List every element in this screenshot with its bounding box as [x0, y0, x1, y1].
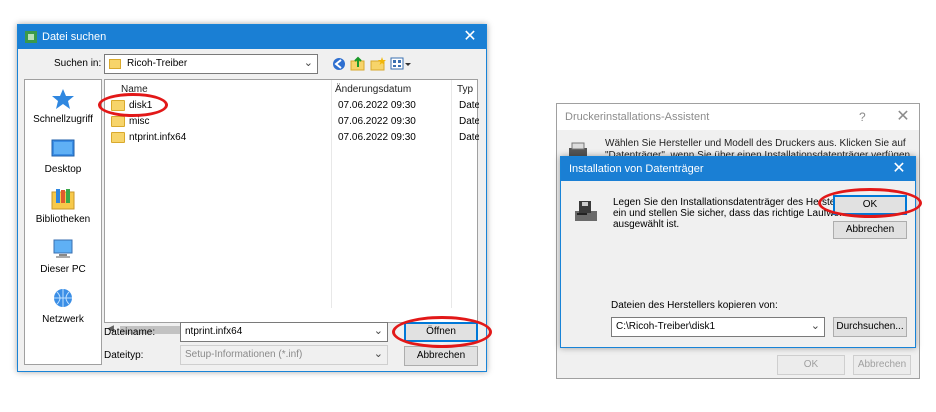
column-header-name[interactable]: Name: [121, 84, 148, 98]
column-header-date[interactable]: Änderungsdatum: [335, 84, 411, 98]
file-row-misc[interactable]: misc 07.06.2022 09:30 Datei: [109, 114, 479, 130]
sidebar-item-libraries[interactable]: Bibliotheken: [25, 188, 101, 232]
dialog-title: Installation von Datenträger: [569, 163, 704, 175]
folder-icon: [109, 59, 121, 69]
column-header-type[interactable]: Typ: [457, 84, 473, 98]
file-date: 07.06.2022 09:30: [338, 100, 416, 111]
desktop-icon: [51, 139, 75, 157]
app-icon: [25, 31, 37, 43]
ok-button[interactable]: OK: [833, 195, 907, 215]
sidebar-item-network[interactable]: Netzwerk: [25, 288, 101, 332]
sidebar-item-label: Netzwerk: [42, 314, 84, 325]
close-icon[interactable]: ✕: [460, 27, 480, 47]
cancel-button[interactable]: Abbrechen: [404, 346, 478, 366]
file-date: 07.06.2022 09:30: [338, 116, 416, 127]
close-icon[interactable]: ✕: [889, 159, 909, 179]
filetype-select[interactable]: Setup-Informationen (*.inf) ⌄: [180, 345, 388, 365]
new-folder-icon[interactable]: [370, 56, 386, 72]
title-bar: Datei suchen ✕: [18, 25, 486, 49]
file-row-disk1[interactable]: disk1 07.06.2022 09:30 Datei: [109, 98, 479, 114]
computer-icon: [53, 239, 73, 258]
star-icon: [52, 89, 74, 109]
sidebar-item-this-pc[interactable]: Dieser PC: [25, 238, 101, 282]
help-icon[interactable]: ?: [859, 110, 866, 124]
sidebar-item-label: Schnellzugriff: [33, 114, 93, 125]
libraries-icon: [51, 189, 75, 210]
copy-from-input[interactable]: C:\Ricoh-Treiber\disk1 ⌄: [611, 317, 825, 337]
copy-from-value: C:\Ricoh-Treiber\disk1: [616, 321, 716, 332]
message-line2: ein und stellen Sie sicher, dass das ric…: [613, 208, 848, 219]
sidebar-item-label: Desktop: [44, 164, 82, 175]
folder-icon: [111, 100, 125, 111]
folder-icon: [111, 132, 125, 143]
file-list[interactable]: Name Änderungsdatum Typ disk1 07.06.2022…: [104, 79, 479, 323]
file-type: Datei: [459, 116, 479, 127]
dialog-title: Datei suchen: [42, 31, 107, 43]
title-bar: Druckerinstallations-Assistent ? ✕: [557, 104, 919, 130]
file-name: ntprint.infx64: [129, 132, 187, 143]
sidebar-item-desktop[interactable]: Desktop: [25, 138, 101, 182]
file-date: 07.06.2022 09:30: [338, 132, 416, 143]
message-line1: Legen Sie den Installationsdatenträger d…: [613, 197, 854, 208]
cancel-button[interactable]: Abbrechen: [833, 221, 907, 239]
title-bar: Installation von Datenträger ✕: [561, 157, 915, 181]
ok-button[interactable]: OK: [777, 355, 845, 375]
network-icon: [54, 289, 72, 307]
close-icon[interactable]: ✕: [893, 107, 913, 127]
filename-input[interactable]: ntprint.infx64 ⌄: [180, 322, 388, 342]
open-button[interactable]: Öffnen: [404, 322, 478, 342]
file-name: disk1: [129, 100, 153, 111]
up-folder-icon[interactable]: [350, 56, 366, 72]
sidebar-item-quick-access[interactable]: Schnellzugriff: [25, 88, 101, 132]
chevron-down-icon: ⌄: [810, 320, 820, 332]
filename-value: ntprint.infx64: [185, 326, 243, 337]
sidebar-item-label: Dieser PC: [40, 264, 86, 275]
sidebar-item-label: Bibliotheken: [35, 214, 91, 225]
chevron-down-icon: ⌄: [373, 325, 383, 337]
filetype-label: Dateityp:: [104, 350, 144, 361]
places-sidebar: Schnellzugriff Desktop Bibliotheken Dies…: [24, 79, 102, 365]
back-icon[interactable]: [332, 57, 346, 71]
copy-from-label: Dateien des Herstellers kopieren von:: [611, 300, 778, 311]
filetype-value: Setup-Informationen (*.inf): [185, 349, 303, 360]
floppy-drive-icon: [575, 201, 597, 221]
search-in-value: Ricoh-Treiber: [127, 58, 188, 69]
dialog-title: Druckerinstallations-Assistent: [565, 111, 710, 123]
folder-icon: [111, 116, 125, 127]
chevron-down-icon: ⌄: [373, 348, 383, 360]
message-line3: ausgewählt ist.: [613, 219, 680, 230]
browse-button[interactable]: Durchsuchen...: [833, 317, 907, 337]
file-name: misc: [129, 116, 150, 127]
file-type: Datei: [459, 100, 479, 111]
file-search-dialog: Datei suchen ✕ Suchen in: Ricoh-Treiber …: [17, 24, 487, 372]
chevron-down-icon: ⌄: [303, 57, 313, 69]
filename-label: Dateiname:: [104, 327, 156, 338]
search-in-combo[interactable]: Ricoh-Treiber ⌄: [104, 54, 318, 74]
install-from-disk-dialog: Installation von Datenträger ✕ Legen Sie…: [560, 156, 916, 348]
cancel-button[interactable]: Abbrechen: [853, 355, 911, 375]
view-menu-icon[interactable]: [390, 56, 412, 72]
intro-text-line1: Wählen Sie Hersteller und Modell des Dru…: [605, 138, 906, 149]
search-in-label: Suchen in:: [54, 58, 102, 69]
file-row-ntprint[interactable]: ntprint.infx64 07.06.2022 09:30 Datei: [109, 130, 479, 146]
file-type: Datei: [459, 132, 479, 143]
